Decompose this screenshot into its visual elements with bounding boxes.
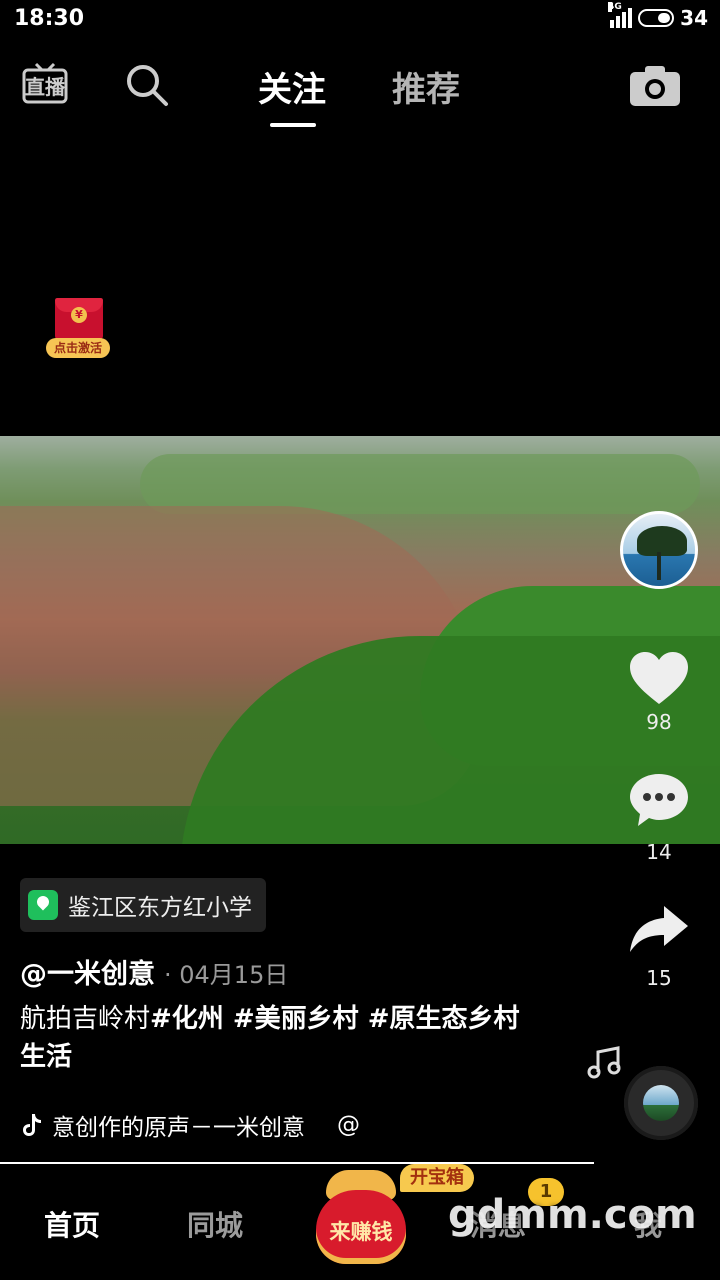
tiktok-note-icon	[23, 1114, 41, 1136]
video-player[interactable]	[0, 436, 720, 844]
author-avatar[interactable]	[620, 511, 698, 589]
music-at-symbol: @	[337, 1112, 360, 1138]
status-right: 4G 34	[608, 2, 708, 30]
active-tab-indicator	[270, 123, 316, 127]
earn-label: 来赚钱	[329, 1220, 393, 1244]
tab-follow[interactable]: 关注	[258, 62, 326, 111]
music-note-icon	[587, 1046, 621, 1079]
comment-count: 14	[646, 840, 672, 864]
share-count: 15	[646, 966, 672, 990]
music-disc[interactable]	[624, 1066, 698, 1140]
video-progress-bar[interactable]	[0, 1162, 594, 1164]
video-description: 航拍吉岭村#化州 #美丽乡村 #原生态乡村生活	[20, 1000, 530, 1076]
location-tag[interactable]: 鉴江区东方红小学	[20, 878, 266, 932]
camera-icon[interactable]	[630, 64, 680, 106]
heart-icon[interactable]	[628, 650, 690, 706]
nav-home[interactable]: 首页	[44, 1204, 100, 1244]
post-date: · 04月15日	[164, 961, 289, 989]
author-name[interactable]: @一米创意	[20, 952, 155, 991]
signal-icon: 4G	[608, 2, 633, 28]
watermark: gdmm.com	[448, 1192, 697, 1238]
svg-text:直播: 直播	[25, 75, 66, 99]
status-time: 18:30	[14, 6, 85, 31]
share-icon[interactable]	[628, 904, 690, 954]
search-icon[interactable]	[124, 62, 170, 108]
like-count: 98	[646, 710, 672, 734]
red-packet-label: 点击激活	[46, 338, 110, 358]
bottom-nav: 首页 同城 来赚钱 开宝箱 消息 1 我 gdmm.com	[0, 1164, 720, 1280]
battery-level: 34	[680, 6, 708, 30]
treasure-box-badge[interactable]: 开宝箱	[400, 1164, 474, 1192]
earn-money-button[interactable]: 来赚钱	[314, 1166, 408, 1270]
top-nav: 直播 关注 推荐	[0, 50, 720, 140]
location-text: 鉴江区东方红小学	[68, 895, 252, 921]
red-packet-button[interactable]: ¥ 点击激活	[46, 298, 112, 362]
tab-recommend[interactable]: 推荐	[392, 62, 460, 111]
music-info[interactable]: 意创作的原声－一米创意 @	[20, 1108, 360, 1142]
status-bar: 18:30 4G 34	[0, 0, 720, 40]
music-title: 意创作的原声－一米创意	[52, 1115, 305, 1141]
comment-icon[interactable]	[628, 772, 690, 828]
description-text: 航拍吉岭村	[20, 1004, 151, 1034]
location-pin-icon	[28, 890, 58, 920]
battery-icon	[638, 9, 675, 27]
live-icon[interactable]: 直播	[22, 60, 68, 106]
nav-city[interactable]: 同城	[187, 1204, 243, 1244]
coin-icon: ¥	[71, 307, 87, 323]
